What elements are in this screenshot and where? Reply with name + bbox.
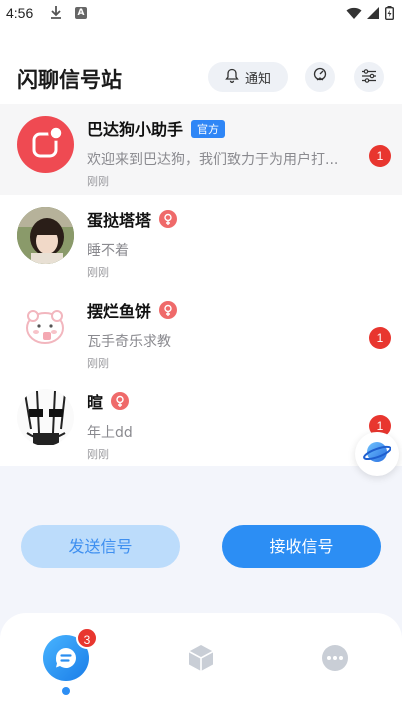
battery-icon (384, 6, 394, 24)
messages-badge: 3 (76, 627, 98, 649)
message-time: 刚刚 (87, 266, 109, 279)
message-preview: 年上dd (87, 425, 133, 441)
receive-signal-button[interactable]: 接收信号 (222, 525, 381, 568)
conversation-list: 巴达狗小助手 官方 欢迎来到巴达狗，我们致力于为用户打... 刚刚 1 蛋挞塔塔 … (0, 104, 402, 466)
sliders-icon (361, 68, 377, 87)
more-icon (321, 644, 349, 676)
unread-badge: 1 (369, 145, 391, 167)
explore-button[interactable] (355, 432, 399, 476)
radar-button[interactable] (305, 62, 335, 92)
send-signal-button[interactable]: 发送信号 (21, 525, 180, 568)
list-item[interactable]: 蛋挞塔塔 睡不着 刚刚 (0, 195, 402, 286)
message-preview: 睡不着 (87, 243, 129, 259)
status-time: 4:56 (6, 5, 34, 21)
cube-icon (186, 643, 216, 677)
message-preview: 欢迎来到巴达狗，我们致力于为用户打... (87, 152, 339, 168)
status-bar: 4:56 A (0, 0, 402, 28)
avatar (17, 298, 74, 355)
download-icon (50, 5, 62, 23)
wifi-icon (346, 7, 362, 24)
list-item[interactable]: 巴达狗小助手 官方 欢迎来到巴达狗，我们致力于为用户打... 刚刚 1 (0, 104, 402, 195)
tab-more[interactable] (312, 637, 358, 683)
signal-icon (367, 6, 380, 24)
female-icon (159, 210, 178, 228)
notify-label: 通知 (244, 71, 271, 87)
contact-name: 暄 (87, 389, 130, 413)
official-badge: 官方 (191, 120, 226, 138)
notify-button[interactable]: 通知 (208, 62, 288, 92)
female-icon (111, 392, 130, 410)
filter-button[interactable] (354, 62, 384, 92)
contact-name: 巴达狗小助手 官方 (87, 116, 226, 140)
bell-icon (225, 68, 239, 87)
tab-box[interactable] (178, 637, 224, 683)
avatar (17, 116, 74, 173)
radar-icon (312, 67, 328, 87)
message-time: 刚刚 (87, 357, 109, 370)
list-item[interactable]: 摆烂鱼饼 瓦手奇乐求教 刚刚 1 (0, 286, 402, 377)
contact-name: 蛋挞塔塔 (87, 207, 178, 231)
contact-name: 摆烂鱼饼 (87, 298, 178, 322)
message-time: 刚刚 (87, 175, 109, 188)
message-preview: 瓦手奇乐求教 (87, 334, 171, 350)
page-title: 闪聊信号站 (17, 68, 122, 92)
app-header: 闪聊信号站 通知 (0, 28, 402, 104)
planet-icon (363, 438, 392, 470)
list-item[interactable]: 暄 年上dd 刚刚 1 (0, 377, 402, 468)
message-time: 刚刚 (87, 448, 109, 461)
bottom-tab-bar: 3 (0, 613, 402, 716)
active-tab-indicator (62, 687, 70, 695)
a-icon: A (75, 7, 87, 19)
female-icon (159, 301, 178, 319)
status-icons (346, 6, 394, 24)
unread-badge: 1 (369, 327, 391, 349)
avatar (17, 207, 74, 264)
avatar (17, 389, 74, 446)
